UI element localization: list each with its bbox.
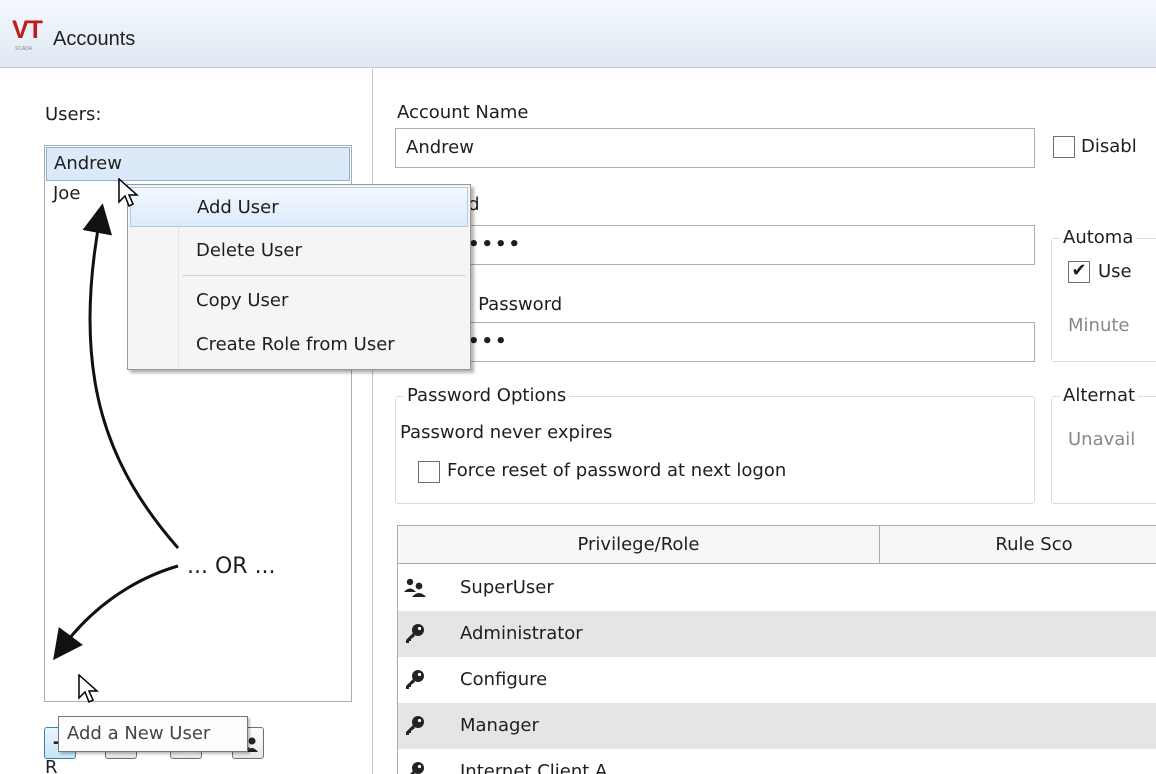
password-options-group: Password Options Password never expires … [395, 385, 1035, 504]
disabled-checkbox[interactable] [1053, 136, 1075, 158]
column-header-privilege[interactable]: Privilege/Role [398, 526, 880, 563]
grid-row-manager[interactable]: Manager [398, 703, 1156, 749]
force-reset-checkbox[interactable] [418, 461, 440, 483]
title-bar: VT SCADA Accounts [0, 0, 1156, 68]
add-user-tooltip: Add a New User [58, 716, 248, 752]
users-pane: Users: Andrew Joe + − R [0, 69, 372, 774]
key-icon [406, 716, 424, 735]
menu-item-delete-user[interactable]: Delete User [130, 231, 468, 271]
password-options-title: Password Options [404, 385, 570, 406]
grid-row-internet-client[interactable]: Internet Client A [398, 749, 1156, 774]
use-checkbox[interactable]: ✔ [1068, 261, 1090, 283]
users-label: Users: [45, 104, 102, 125]
users-icon [404, 578, 426, 597]
password-field[interactable]: •••• [395, 225, 1035, 265]
menu-item-create-role[interactable]: Create Role from User [130, 325, 468, 365]
grid-row-superuser[interactable]: SuperUser [398, 565, 1156, 611]
key-icon [410, 762, 424, 774]
automatic-logoff-group: Automa ✔ Use Minute [1051, 227, 1156, 362]
or-annotation: ... OR ... [187, 554, 276, 579]
alternate-group: Alternat Unavail [1051, 385, 1156, 504]
force-reset-label: Force reset of password at next logon [447, 460, 787, 481]
minutes-label: Minute [1068, 315, 1130, 336]
account-form: Account Name Andrew Disabl rd •••• n Pas… [373, 69, 1156, 774]
user-context-menu: Add User Delete User Copy User Create Ro… [127, 184, 471, 370]
column-header-rule-scope[interactable]: Rule Sco [880, 526, 1156, 563]
use-label: Use [1098, 261, 1132, 282]
grid-header: Privilege/Role Rule Sco [398, 526, 1156, 564]
account-name-field[interactable]: Andrew [395, 128, 1035, 168]
grid-row-administrator[interactable]: Administrator [398, 611, 1156, 657]
key-icon [406, 670, 424, 689]
confirm-password-field[interactable]: ••• [395, 322, 1035, 362]
menu-item-copy-user[interactable]: Copy User [130, 281, 468, 321]
alternate-group-title: Alternat [1060, 385, 1139, 406]
automatic-group-title: Automa [1060, 227, 1137, 248]
user-item-andrew[interactable]: Andrew [46, 147, 350, 181]
unavailable-text: Unavail [1068, 429, 1136, 450]
accounts-window: VT SCADA Accounts Users: Andrew Joe + − [0, 0, 1156, 774]
never-expires-text: Password never expires [400, 422, 613, 443]
menu-separator [182, 275, 466, 276]
key-icon [406, 624, 424, 643]
account-name-label: Account Name [397, 102, 529, 123]
vtscada-logo: VT SCADA [12, 16, 43, 52]
grid-row-configure[interactable]: Configure [398, 657, 1156, 703]
menu-item-add-user[interactable]: Add User [130, 187, 468, 227]
disabled-label: Disabl [1081, 136, 1137, 157]
privilege-grid: Privilege/Role Rule Sco SuperUser Admini… [397, 525, 1156, 774]
window-title: Accounts [53, 28, 136, 50]
confirm-password-label: n Password [461, 294, 563, 315]
partial-label: R [45, 757, 58, 774]
